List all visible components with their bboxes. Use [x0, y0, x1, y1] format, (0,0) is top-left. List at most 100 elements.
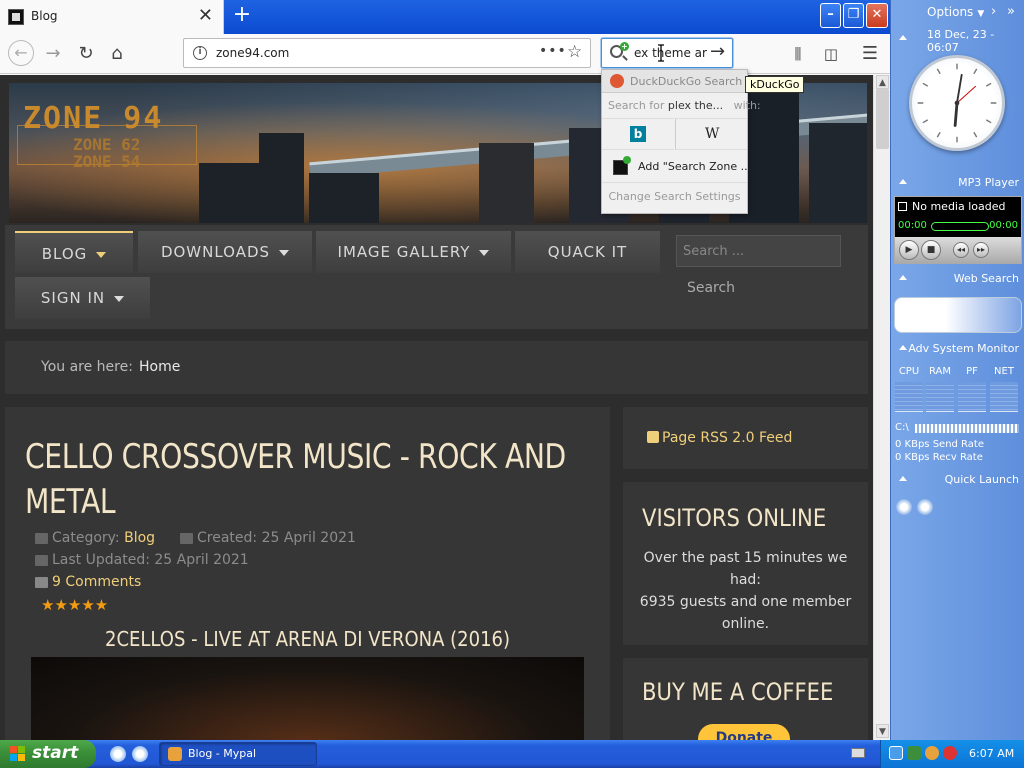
hamburger-menu-button[interactable]: ☰ — [858, 42, 882, 66]
scroll-down-icon[interactable]: ▼ — [876, 724, 889, 738]
site-logo[interactable]: ZONE 94 ZONE 62 ZONE 54 — [17, 101, 197, 170]
visitors-title: VISITORS ONLINE — [642, 504, 827, 532]
rating-stars[interactable]: ★★★★★ — [41, 596, 108, 614]
panel-last-icon[interactable]: » — [1007, 4, 1015, 19]
meta-created: Created: 25 April 2021 — [180, 530, 356, 546]
search-bar-text[interactable]: ex theme ar — [634, 46, 707, 60]
send-rate: 0 KBps Send Rate — [895, 439, 984, 450]
mp3-progress[interactable] — [931, 222, 989, 231]
sidebar-toggle-button[interactable]: ◫ — [819, 42, 843, 66]
chevron-down-icon — [96, 251, 107, 258]
category-link[interactable]: Blog — [124, 530, 155, 546]
mp3-player: No media loaded 00:00 00:00 ▶ ■ ◂◂ ▸▸ — [894, 196, 1022, 264]
url-bar[interactable]: i zone94.com ••• ☆ — [183, 38, 591, 68]
web-search-header: Web Search — [891, 270, 1024, 288]
next-icon[interactable]: ▸▸ — [973, 242, 989, 258]
calendar-icon — [35, 554, 48, 566]
options-menu[interactable]: Options ▼ — [927, 5, 984, 19]
show-desktop-icon[interactable] — [917, 499, 933, 515]
add-engine-icon — [623, 156, 631, 164]
collapse-icon[interactable] — [899, 476, 907, 481]
show-desktop-icon[interactable] — [132, 746, 148, 762]
window-maximize-button[interactable]: ❐ — [843, 3, 864, 28]
bookmark-star-icon[interactable]: ☆ — [567, 42, 582, 62]
menu-item-blog[interactable]: BLOG — [15, 231, 133, 273]
window-minimize-button[interactable]: – — [820, 3, 841, 28]
system-monitor: CPU RAM PF NET C:\ 0 KBps Send Rate 0 KB… — [891, 362, 1024, 467]
collapse-icon[interactable] — [899, 275, 907, 280]
menu-item-image-gallery[interactable]: IMAGE GALLERY — [316, 231, 511, 273]
change-search-settings-link[interactable]: Change Search Settings — [602, 190, 747, 203]
collapse-icon[interactable] — [899, 35, 907, 40]
scrollbar-thumb[interactable] — [876, 89, 889, 149]
previous-icon[interactable]: ◂◂ — [953, 242, 969, 258]
add-search-engine-item[interactable]: Add "Search Zone ... — [602, 151, 751, 183]
breadcrumb-label: You are here: — [41, 359, 133, 375]
comments-link[interactable]: 9 Comments — [35, 574, 141, 590]
keyboard-icon[interactable] — [851, 748, 865, 758]
page-scrollbar[interactable]: ▲ ▼ — [873, 75, 890, 740]
engine-header: DuckDuckGo Search — [602, 70, 747, 93]
web-search-input[interactable] — [894, 297, 1022, 333]
library-button[interactable]: ⫼ — [786, 42, 810, 66]
bing-engine-button[interactable]: b — [602, 118, 674, 150]
internet-explorer-icon[interactable] — [110, 746, 126, 762]
cpu-label: CPU — [898, 366, 920, 377]
forward-button[interactable]: → — [41, 42, 65, 66]
panel-next-icon[interactable]: › — [991, 4, 996, 19]
donate-button[interactable]: Donate — [698, 724, 790, 740]
browser-window: Blog ✕ + – ❐ ✕ ← → ↻ ⌂ i zone94.com ••• … — [0, 0, 890, 740]
drive-usage-bar — [915, 424, 1019, 433]
network-icon[interactable] — [889, 746, 903, 760]
taskbar-item-blog-mypal[interactable]: Blog - Mypal — [159, 742, 317, 766]
video-title: 2CELLOS - LIVE AT ARENA DI VERONA (2016) — [104, 627, 511, 651]
tab-bar: Blog ✕ + – ❐ ✕ — [0, 0, 890, 34]
new-tab-button[interactable]: + — [230, 3, 254, 29]
mp3-status: No media loaded — [898, 200, 1005, 213]
site-favicon-icon — [8, 9, 24, 25]
start-button[interactable]: start — [0, 740, 96, 768]
article-title[interactable]: CELLO CROSSOVER MUSIC - ROCK AND METAL — [25, 435, 581, 525]
site-search-input[interactable]: Search ... — [676, 235, 841, 267]
menu-item-sign-in[interactable]: SIGN IN — [15, 277, 150, 319]
collapse-icon[interactable] — [899, 179, 907, 184]
tray-app-icon[interactable] — [907, 746, 921, 760]
mp3-controls: ▶ ■ ◂◂ ▸▸ — [895, 237, 1021, 263]
home-button[interactable]: ⌂ — [105, 42, 129, 66]
chevron-down-icon — [279, 249, 290, 256]
back-button[interactable]: ← — [8, 40, 34, 66]
play-icon[interactable]: ▶ — [899, 240, 919, 260]
site-menu: BLOG DOWNLOADS IMAGE GALLERY QUACK IT SI… — [5, 225, 868, 329]
search-bar[interactable]: + ex theme ar → — [601, 38, 733, 68]
menu-item-quack-it[interactable]: QUACK IT — [515, 231, 660, 273]
video-player[interactable] — [31, 657, 584, 740]
internet-explorer-icon[interactable] — [896, 499, 912, 515]
rss-feed-link[interactable]: Page RSS 2.0 Feed — [647, 430, 792, 446]
site-info-icon[interactable]: i — [193, 46, 207, 60]
screen: Blog ✕ + – ❐ ✕ ← → ↻ ⌂ i zone94.com ••• … — [0, 0, 1024, 768]
tab-title: Blog — [31, 9, 58, 23]
reload-button[interactable]: ↻ — [74, 42, 98, 66]
clock-time: 6:07 AM — [969, 747, 1015, 760]
breadcrumb-home-link[interactable]: Home — [139, 359, 180, 375]
mp3-time-end: 00:00 — [989, 220, 1018, 231]
bing-icon: b — [630, 126, 646, 142]
taskbar: start Blog - Mypal 6:07 AM — [0, 740, 1024, 768]
alert-icon[interactable] — [943, 746, 957, 760]
scroll-up-icon[interactable]: ▲ — [876, 75, 889, 89]
window-close-button[interactable]: ✕ — [866, 3, 888, 28]
collapse-icon[interactable] — [899, 345, 907, 350]
net-meter — [990, 382, 1018, 412]
page-actions-icon[interactable]: ••• — [539, 43, 567, 59]
tab-close-icon[interactable]: ✕ — [198, 6, 213, 26]
url-text[interactable]: zone94.com — [216, 46, 289, 60]
rss-module: Page RSS 2.0 Feed — [623, 407, 868, 469]
folder-icon — [35, 532, 48, 544]
tab-blog[interactable]: Blog ✕ — [0, 0, 224, 34]
site-search-button[interactable]: Search — [676, 272, 746, 304]
search-go-arrow-icon[interactable]: → — [710, 41, 725, 62]
search-icon[interactable] — [925, 746, 939, 760]
wikipedia-engine-button[interactable]: W — [675, 118, 747, 150]
menu-item-downloads[interactable]: DOWNLOADS — [138, 231, 312, 273]
stop-icon[interactable]: ■ — [921, 240, 941, 260]
